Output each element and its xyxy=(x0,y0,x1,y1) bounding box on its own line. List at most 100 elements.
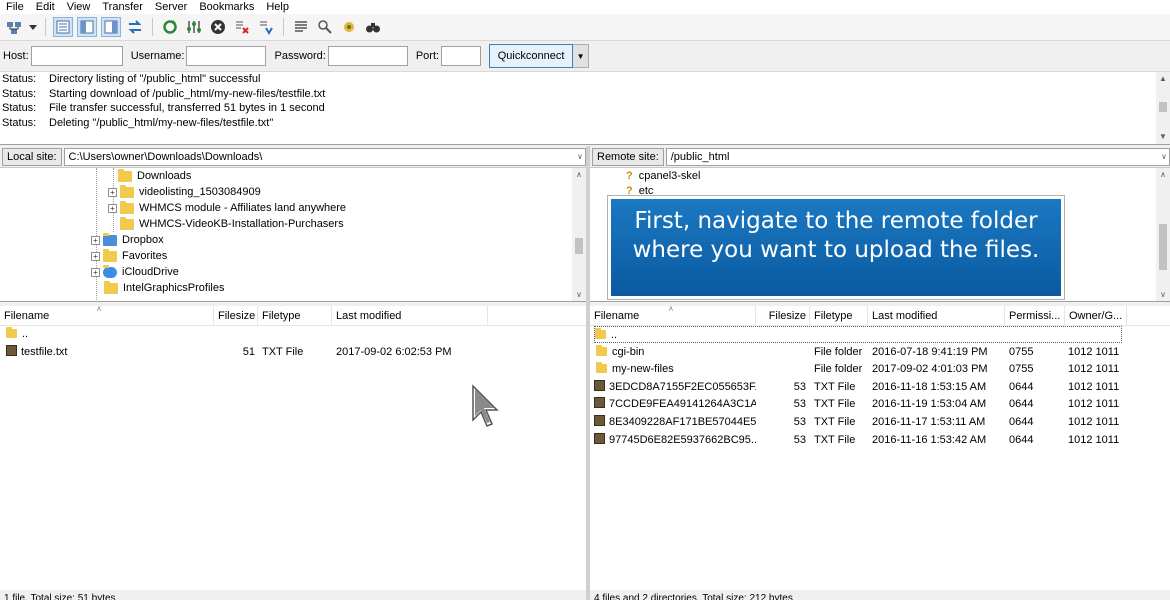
list-item[interactable]: 3EDCD8A7155F2EC055653F... 53 TXT File 20… xyxy=(590,379,1170,397)
column-last-modified[interactable]: Last modified xyxy=(868,306,1005,326)
log-entry: Status: Directory listing of "/public_htm… xyxy=(2,73,261,85)
menu-file[interactable]: File xyxy=(0,0,30,14)
local-tree-scrollbar[interactable]: ∧ ∨ xyxy=(572,168,586,301)
tree-item[interactable]: ? cpanel3-skel xyxy=(626,168,701,184)
column-filename[interactable]: Filename xyxy=(0,306,214,326)
toolbar-separator xyxy=(152,18,153,36)
scroll-thumb[interactable] xyxy=(575,238,583,254)
menu-bookmarks[interactable]: Bookmarks xyxy=(193,0,260,14)
sync-browsing-icon[interactable] xyxy=(339,17,359,37)
pane-splitter[interactable] xyxy=(586,146,590,600)
password-label: Password: xyxy=(274,50,326,62)
site-manager-icon[interactable] xyxy=(4,17,24,37)
tree-item[interactable]: IntelGraphicsProfiles xyxy=(104,280,225,296)
expand-icon[interactable]: + xyxy=(91,235,100,245)
expand-icon[interactable]: + xyxy=(91,251,100,261)
expand-icon[interactable]: + xyxy=(108,203,117,213)
column-last-modified[interactable]: Last modified xyxy=(332,306,488,326)
local-site-label: Local site: xyxy=(2,147,62,166)
column-filename[interactable]: Filename xyxy=(590,306,756,326)
menu-transfer[interactable]: Transfer xyxy=(96,0,149,14)
list-item[interactable]: my-new-files File folder 2017-09-02 4:01… xyxy=(590,361,1170,379)
menu-edit[interactable]: Edit xyxy=(30,0,61,14)
toolbar-separator xyxy=(45,18,46,36)
port-input[interactable] xyxy=(441,46,482,66)
chevron-down-icon[interactable]: ∨ xyxy=(1161,149,1167,165)
remote-status-text: 4 files and 2 directories. Total size: 2… xyxy=(590,590,1170,600)
expand-icon[interactable]: + xyxy=(91,267,100,277)
remote-file-list: .. cgi-bin File folder 2016-07-18 9:41:1… xyxy=(590,326,1170,590)
column-filetype[interactable]: Filetype xyxy=(258,306,332,326)
tree-item[interactable]: + WHMCS module - Affiliates land anywhere xyxy=(108,200,346,216)
remote-site-label: Remote site: xyxy=(592,147,664,166)
unknown-folder-icon: ? xyxy=(626,170,633,182)
host-input[interactable] xyxy=(30,46,123,66)
list-item[interactable]: .. xyxy=(590,326,1170,344)
cancel-icon[interactable] xyxy=(208,17,228,37)
folder-icon xyxy=(118,168,132,182)
menu-help[interactable]: Help xyxy=(260,0,295,14)
tree-item[interactable]: WHMCS-VideoKB-Installation-Purchasers xyxy=(120,216,344,232)
folder-icon xyxy=(120,184,134,198)
column-filesize[interactable]: Filesize xyxy=(756,306,810,326)
file-icon xyxy=(594,397,605,409)
host-label: Host: xyxy=(3,50,29,62)
tree-item[interactable]: Downloads xyxy=(118,168,191,184)
scroll-down-icon[interactable]: ∨ xyxy=(572,288,586,301)
scroll-thumb[interactable] xyxy=(1159,224,1167,270)
list-item[interactable]: cgi-bin File folder 2016-07-18 9:41:19 P… xyxy=(590,344,1170,362)
local-path-bar: Local site: C:\Users\owner\Downloads\Dow… xyxy=(0,146,586,168)
local-path-field[interactable]: C:\Users\owner\Downloads\Downloads\ ∨ xyxy=(63,147,586,166)
directory-filter-icon[interactable] xyxy=(291,17,311,37)
scroll-down-icon[interactable]: ∨ xyxy=(1156,288,1170,301)
reconnect-icon[interactable] xyxy=(256,17,276,37)
scroll-up-icon[interactable]: ∧ xyxy=(572,168,586,182)
log-scrollbar[interactable]: ▲ ▼ xyxy=(1156,72,1170,144)
toggle-remote-tree-icon[interactable] xyxy=(101,17,121,37)
scroll-up-icon[interactable]: ∧ xyxy=(1156,168,1170,182)
username-input[interactable] xyxy=(186,46,267,66)
column-filetype[interactable]: Filetype xyxy=(810,306,868,326)
folder-icon xyxy=(120,216,134,230)
toggle-log-icon[interactable] xyxy=(53,17,73,37)
column-filesize[interactable]: Filesize xyxy=(214,306,258,326)
compare-icon[interactable] xyxy=(315,17,335,37)
folder-icon xyxy=(104,280,118,294)
folder-icon xyxy=(6,327,17,338)
log-entry: Status: File transfer successful, transfe… xyxy=(2,102,325,115)
tree-item[interactable]: + Dropbox xyxy=(91,232,164,248)
menu-server[interactable]: Server xyxy=(149,0,193,14)
list-item[interactable]: testfile.txt 51 TXT File 2017-09-02 6:02… xyxy=(0,344,586,362)
dropdown-icon[interactable] xyxy=(28,17,38,37)
scroll-up-icon[interactable]: ▲ xyxy=(1156,72,1170,86)
chevron-down-icon[interactable]: ▼ xyxy=(573,44,590,68)
folder-icon xyxy=(120,200,134,214)
chevron-down-icon[interactable]: ∨ xyxy=(577,149,583,165)
search-icon[interactable] xyxy=(363,17,383,37)
expand-icon[interactable]: + xyxy=(108,187,117,197)
column-owner-group[interactable]: Owner/G... xyxy=(1065,306,1127,326)
refresh-icon[interactable] xyxy=(160,17,180,37)
menu-view[interactable]: View xyxy=(61,0,97,14)
disconnect-icon[interactable] xyxy=(232,17,252,37)
local-file-list: .. testfile.txt 51 TXT File 2017-09-02 6… xyxy=(0,326,586,590)
scroll-down-icon[interactable]: ▼ xyxy=(1156,130,1170,144)
list-item[interactable]: .. xyxy=(0,326,586,344)
list-item[interactable]: 7CCDE9FEA49141264A3C1A... 53 TXT File 20… xyxy=(590,396,1170,414)
tree-item[interactable]: + Favorites xyxy=(91,248,167,264)
remote-path-field[interactable]: /public_html ∨ xyxy=(665,147,1170,166)
process-queue-icon[interactable] xyxy=(184,17,204,37)
toggle-queue-icon[interactable] xyxy=(125,17,145,37)
toggle-local-tree-icon[interactable] xyxy=(77,17,97,37)
remote-path-bar: Remote site: /public_html ∨ xyxy=(590,146,1170,168)
password-input[interactable] xyxy=(327,46,408,66)
column-permissions[interactable]: Permissi... xyxy=(1005,306,1065,326)
quickconnect-button[interactable]: Quickconnect xyxy=(489,44,574,68)
remote-tree-scrollbar[interactable]: ∧ ∨ xyxy=(1156,168,1170,301)
list-item[interactable]: 97745D6E82E5937662BC95... 53 TXT File 20… xyxy=(590,432,1170,450)
scroll-thumb[interactable] xyxy=(1159,102,1167,112)
list-item[interactable]: 8E3409228AF171BE57044E5... 53 TXT File 2… xyxy=(590,414,1170,432)
tree-item[interactable]: + videolisting_1503084909 xyxy=(108,184,261,200)
tree-item[interactable]: + iCloudDrive xyxy=(91,264,179,280)
file-icon xyxy=(594,379,605,391)
